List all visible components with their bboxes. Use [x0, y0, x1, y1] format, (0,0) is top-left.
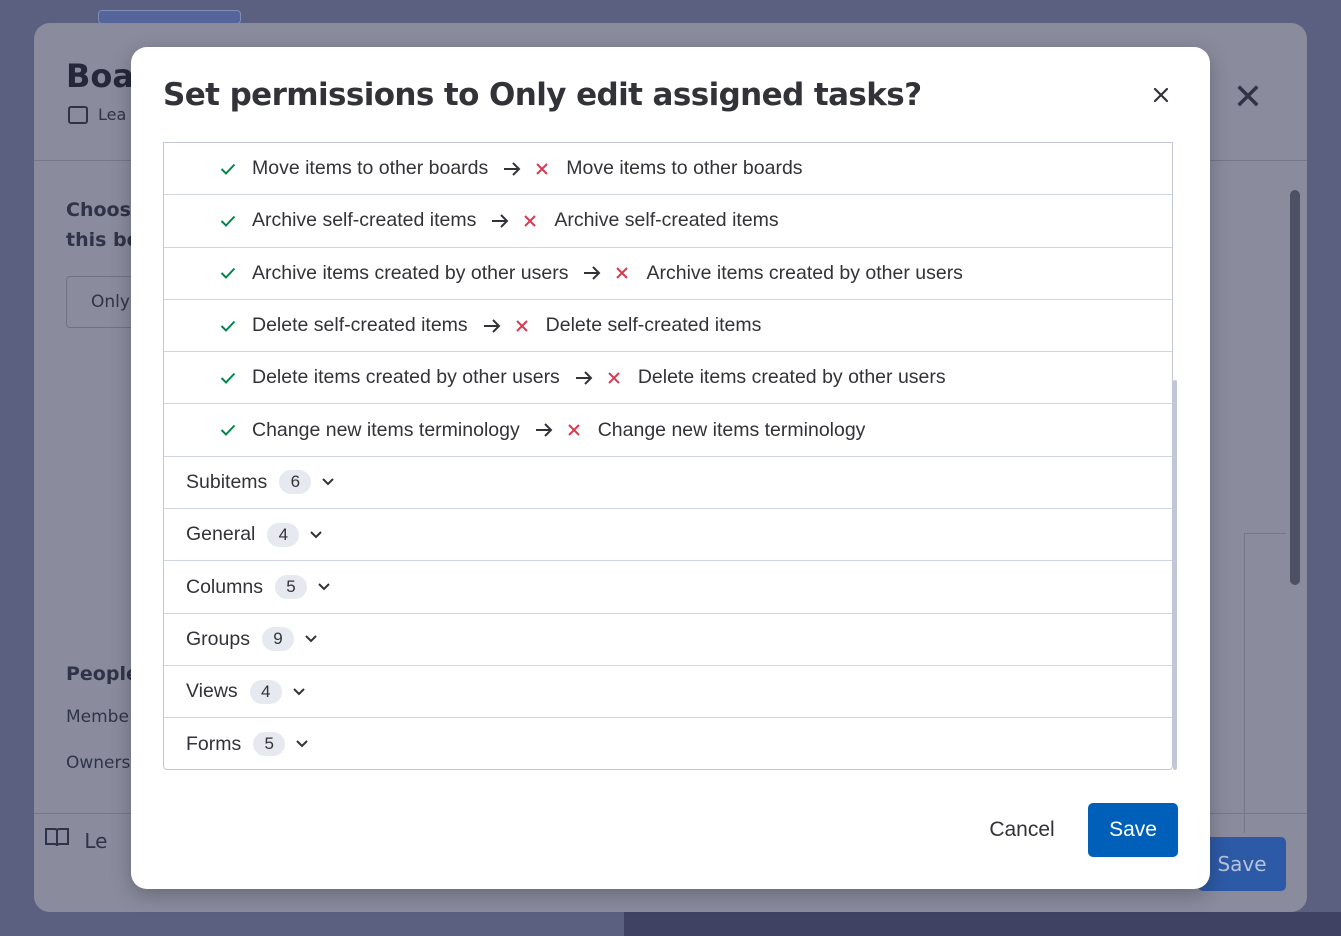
permission-to-label: Archive self-created items [554, 209, 779, 232]
chevron-down-icon[interactable] [292, 687, 306, 697]
check-icon [220, 320, 240, 332]
permission-from-label: Archive items created by other users [252, 261, 569, 284]
check-icon [220, 372, 240, 384]
check-icon [220, 215, 240, 227]
category-label: Subitems [186, 470, 268, 493]
permission-from-label: Change new items terminology [252, 418, 520, 441]
permission-change-row: Delete self-created items Delete self-cr… [164, 300, 1172, 353]
members-label: Membe [66, 707, 129, 727]
category-label: Forms [186, 732, 242, 755]
dialog-title: Set permissions to Only edit assigned ta… [163, 77, 922, 113]
permission-from-label: Move items to other boards [252, 157, 489, 180]
permission-change-row: Archive items created by other users Arc… [164, 248, 1172, 300]
background-save-button: Save [1198, 837, 1286, 891]
background-right-table [1244, 533, 1286, 833]
category-row-subitems[interactable]: Subitems 6 [164, 457, 1172, 510]
check-icon [220, 267, 240, 280]
cancel-button[interactable]: Cancel [977, 804, 1067, 856]
permission-to-label: Delete self-created items [545, 314, 762, 337]
check-icon [220, 424, 240, 437]
board-settings-subtitle: Lea [68, 105, 126, 124]
check-icon [220, 163, 240, 175]
category-label: Groups [186, 627, 250, 650]
choose-heading: Choos this bo [66, 195, 140, 255]
category-row-forms[interactable]: Forms 5 [164, 718, 1172, 769]
cross-icon [568, 424, 584, 436]
cross-icon [524, 215, 540, 227]
arrow-right-icon [582, 265, 602, 281]
permission-to-label: Change new items terminology [597, 418, 866, 441]
permissions-list[interactable]: Move items to other boards Move items to… [163, 142, 1173, 770]
permission-change-row: Change new items terminology Change new … [164, 404, 1172, 457]
chevron-down-icon[interactable] [309, 530, 323, 540]
permission-from-label: Delete self-created items [252, 314, 468, 337]
count-badge: 5 [253, 732, 286, 757]
board-settings-title: Boa [66, 57, 134, 95]
owners-label: Owners [66, 753, 131, 773]
category-row-general[interactable]: General 4 [164, 509, 1172, 562]
board-settings-subtitle-text: Lea [98, 105, 127, 124]
learn-more-label: Le [84, 829, 108, 853]
background-scrollbar [1288, 170, 1302, 810]
permissions-dialog: Set permissions to Only edit assigned ta… [131, 47, 1210, 889]
chevron-down-icon[interactable] [304, 634, 318, 644]
people-heading: People [66, 663, 139, 685]
arrow-right-icon [490, 213, 510, 229]
permission-change-row: Archive self-created items Archive self-… [164, 195, 1172, 248]
background-top-button [98, 10, 241, 24]
permission-from-label: Delete items created by other users [252, 366, 560, 389]
board-icon [68, 105, 88, 124]
chevron-down-icon[interactable] [317, 582, 331, 592]
category-row-columns[interactable]: Columns 5 [164, 561, 1172, 614]
close-icon[interactable] [1145, 79, 1177, 111]
category-row-views[interactable]: Views 4 [164, 666, 1172, 719]
learn-more-link: Le [44, 826, 107, 853]
arrow-right-icon [502, 161, 522, 177]
cross-icon [536, 162, 552, 175]
category-label: Views [186, 680, 238, 703]
cross-icon [608, 372, 624, 384]
permission-from-label: Archive self-created items [252, 209, 477, 232]
permission-change-row: Delete items created by other users Dele… [164, 352, 1172, 405]
arrow-right-icon [574, 370, 594, 386]
permission-change-row: Move items to other boards Move items to… [164, 143, 1172, 196]
permission-to-label: Archive items created by other users [646, 261, 963, 284]
category-label: Columns [186, 575, 263, 598]
count-badge: 9 [261, 627, 294, 652]
panel-close-icon: ✕ [1232, 77, 1263, 118]
permission-to-label: Move items to other boards [566, 157, 803, 180]
cross-icon [515, 319, 532, 332]
arrow-right-icon [482, 318, 502, 334]
save-button[interactable]: Save [1088, 803, 1178, 857]
chevron-down-icon[interactable] [321, 477, 335, 487]
count-badge: 4 [267, 522, 300, 547]
background-bottom-strip [624, 912, 1341, 936]
category-row-groups[interactable]: Groups 9 [164, 614, 1172, 666]
arrow-right-icon [534, 422, 554, 438]
book-icon [44, 828, 76, 853]
count-badge: 4 [249, 679, 282, 704]
count-badge: 5 [274, 575, 307, 600]
choose-heading-line1: Choos [66, 199, 131, 221]
list-scrollbar[interactable] [1173, 380, 1177, 770]
cross-icon [616, 267, 632, 279]
choose-heading-line2: this bo [66, 229, 140, 251]
category-label: General [186, 523, 256, 546]
permission-to-label: Delete items created by other users [637, 366, 946, 389]
count-badge: 6 [279, 470, 312, 495]
chevron-down-icon[interactable] [295, 739, 309, 749]
